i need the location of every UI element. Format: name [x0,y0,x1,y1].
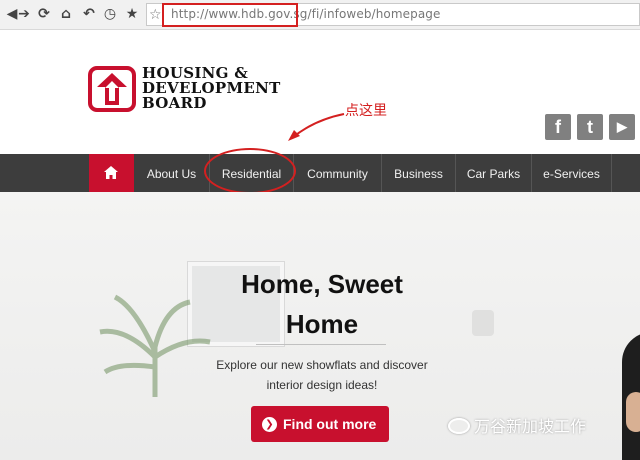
nav-item-about-us[interactable]: About Us [134,154,210,192]
residential-highlight-circle [204,148,296,194]
home-icon[interactable]: ⌂ [56,4,76,24]
forward-icon[interactable]: ➔ [14,4,34,24]
nav-item-business[interactable]: Business [382,154,456,192]
hero-banner: Home, Sweet Home Explore our new showfla… [0,192,640,460]
hero-title-line-1: Home, Sweet [241,269,403,299]
chevron-right-icon: ❯ [262,417,277,432]
favorite-star-icon[interactable]: ☆ [149,5,162,25]
find-out-more-button[interactable]: ❯ Find out more [251,406,389,442]
person-arm-image [626,392,640,432]
youtube-icon[interactable]: ▶ [609,114,635,140]
logo-line-3: BOARD [142,94,207,112]
site-header: HOUSING & DEVELOPMENT BOARD 点这里 f t ▶ [0,30,640,154]
hero-divider [256,344,386,345]
annotation-arrow-icon [288,113,345,141]
watermark: 万谷新加坡工作 [448,413,586,437]
home-icon [104,166,118,179]
hero-subtitle-line-1: Explore our new showflats and discover [216,358,428,372]
nav-home-button[interactable] [89,154,134,192]
wechat-icon [448,418,470,434]
hero-title-line-2: Home [285,309,359,339]
facebook-icon[interactable]: f [545,114,571,140]
undo-icon[interactable]: ↶ [79,4,99,24]
hero-subtitle: Explore our new showflats and discover i… [0,355,640,395]
browser-toolbar: ◀ ➔ ⟳ ⌂ ↶ ◷ ★ ☆ http://www.hdb.gov.sg/fi… [0,0,640,30]
logo-wordmark[interactable]: HOUSING & DEVELOPMENT BOARD [142,66,281,111]
hero-subtitle-line-2: interior design ideas! [266,378,378,392]
twitter-icon[interactable]: t [577,114,603,140]
bookmark-star-icon[interactable]: ★ [122,4,142,24]
find-out-more-label: Find out more [283,416,377,432]
nav-item-car-parks[interactable]: Car Parks [456,154,532,192]
history-icon[interactable]: ◷ [100,4,120,24]
hero-title: Home, Sweet Home [0,264,640,344]
url-highlight-box [162,3,298,27]
reload-icon[interactable]: ⟳ [34,4,54,24]
main-nav: About Us Residential Community Business … [0,154,640,192]
watermark-text: 万谷新加坡工作 [474,417,587,436]
hdb-logo-icon[interactable] [88,66,136,112]
nav-item-e-services[interactable]: e-Services [532,154,612,192]
annotation-text: 点这里 [345,103,387,119]
nav-item-community[interactable]: Community [294,154,382,192]
